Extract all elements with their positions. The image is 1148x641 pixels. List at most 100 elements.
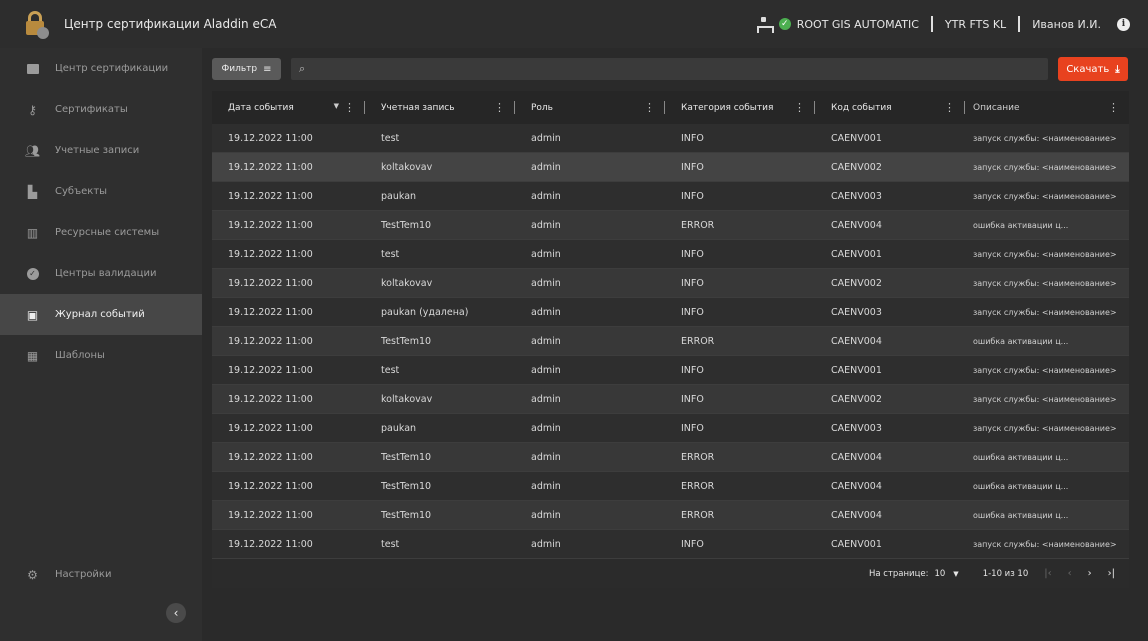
table-cell: CAENV002 [831,393,882,405]
sidebar-item-label: Шаблоны [55,350,105,361]
table-cell: INFO [681,364,704,376]
column-header-code[interactable]: Код события ⋮ [815,91,965,124]
table-cell: запуск службы: <наименование> [973,278,1117,288]
search-input[interactable] [311,63,1012,75]
table-cell: 19.12.2022 11:00 [228,161,313,173]
per-page-select[interactable]: 10 [934,569,945,579]
column-menu-icon[interactable]: ⋮ [494,101,505,114]
sidebar-item-label: Сертификаты [55,104,128,115]
sidebar-item-label: Учетные записи [55,145,140,156]
table-row[interactable]: 19.12.2022 11:00 TestTem10 admin ERROR CAENV… [212,211,1129,240]
column-menu-icon[interactable]: ⋮ [644,101,655,114]
sidebar-item-certificates[interactable]: ⚷ Сертификаты [0,89,202,130]
table-row[interactable]: 19.12.2022 11:00 test admin INFO CAENV001 зап… [212,356,1129,385]
certificate-center-icon [26,62,39,75]
table-cell: ошибка активации ц... [973,452,1069,462]
user-name[interactable]: Иванов И.И. [1032,18,1101,31]
table-cell: admin [531,248,561,260]
table-cell: ERROR [681,480,715,492]
sort-desc-icon[interactable]: ▼ [334,102,339,110]
table-row[interactable]: 19.12.2022 11:00 paukan (удалена) admin INF… [212,298,1129,327]
table-cell: admin [531,393,561,405]
table-row[interactable]: 19.12.2022 11:00 test admin INFO CAENV001 зап… [212,530,1129,559]
table-cell: запуск службы: <наименование> [973,307,1117,317]
table-row[interactable]: 19.12.2022 11:00 test admin INFO CAENV001 зап… [212,124,1129,153]
filter-icon: ≡ [263,63,272,75]
info-icon[interactable]: i [1117,17,1130,31]
table-cell: TestTem10 [381,509,432,521]
root-status-label[interactable]: ROOT GIS AUTOMATIC [797,18,919,31]
chevron-left-icon: ‹ [173,606,179,620]
download-button[interactable]: Скачать ⤓ [1058,57,1128,81]
table-row[interactable]: 19.12.2022 11:00 test admin INFO CAENV001 зап… [212,240,1129,269]
column-header-role[interactable]: Роль ⋮ [515,91,665,124]
sidebar-item-templates[interactable]: ▦ Шаблоны [0,335,202,376]
table-cell: CAENV001 [831,248,882,260]
table-cell: CAENV004 [831,451,882,463]
table-row[interactable]: 19.12.2022 11:00 TestTem10 admin ERROR CAENV… [212,501,1129,530]
table-cell: ошибка активации ц... [973,220,1069,230]
table-cell: admin [531,306,561,318]
sidebar-item-accounts[interactable]: 👥︎ Учетные записи [0,130,202,171]
aladdin-logo-icon [22,9,52,39]
table-row[interactable]: 19.12.2022 11:00 koltakovav admin INFO CAENV… [212,269,1129,298]
sidebar-item-subjects[interactable]: ▙ Субъекты [0,171,202,212]
check-circle-icon: ✓ [26,267,39,280]
table-cell: admin [531,219,561,231]
table-cell: test [381,538,400,550]
sidebar-item-resource-systems[interactable]: ▥ Ресурсные системы [0,212,202,253]
table-cell: CAENV004 [831,480,882,492]
table-cell: koltakovav [381,393,433,405]
table-row[interactable]: 19.12.2022 11:00 koltakovav admin INFO CAENV… [212,153,1129,182]
key-icon: ⚷ [28,102,37,117]
table-cell: 19.12.2022 11:00 [228,538,313,550]
table-cell: запуск службы: <наименование> [973,539,1117,549]
first-page-icon[interactable]: |‹ [1044,568,1051,579]
table-cell: 19.12.2022 11:00 [228,335,313,347]
collapse-sidebar-button[interactable]: ‹ [166,603,186,623]
sidebar-item-certificate-center[interactable]: Центр сертификации [0,48,202,89]
column-menu-icon[interactable]: ⋮ [794,101,805,114]
page-range-label: 1-10 из 10 [982,568,1029,579]
table-row[interactable]: 19.12.2022 11:00 koltakovav admin INFO CAENV… [212,385,1129,414]
column-header-description[interactable]: Описание ⋮ [965,91,1129,124]
table-cell: admin [531,335,561,347]
column-header-date[interactable]: Дата события ▼ ⋮ [212,91,365,124]
table-cell: запуск службы: <наименование> [973,423,1117,433]
table-cell: 19.12.2022 11:00 [228,364,313,376]
table-cell: запуск службы: <наименование> [973,162,1117,172]
table-cell: CAENV002 [831,277,882,289]
table-row[interactable]: 19.12.2022 11:00 TestTem10 admin ERROR CAENV… [212,443,1129,472]
download-icon: ⤓ [1115,63,1120,75]
prev-page-icon[interactable]: ‹ [1068,568,1072,579]
table-cell: запуск службы: <наименование> [973,249,1117,259]
table-cell: 19.12.2022 11:00 [228,480,313,492]
search-bar[interactable]: ⌕ [291,58,1048,80]
next-page-icon[interactable]: › [1088,568,1092,579]
sidebar-item-label: Центр сертификации [55,63,169,74]
table-row[interactable]: 19.12.2022 11:00 paukan admin INFO CAENV003 з… [212,414,1129,443]
sidebar-item-label: Журнал событий [55,309,145,320]
table-cell: TestTem10 [381,480,432,492]
sidebar-item-validation-centers[interactable]: ✓ Центры валидации [0,253,202,294]
table-row[interactable]: 19.12.2022 11:00 paukan admin INFO CAENV003 з… [212,182,1129,211]
table-cell: test [381,132,400,144]
table-row[interactable]: 19.12.2022 11:00 TestTem10 admin ERROR CAENV… [212,472,1129,501]
column-header-category[interactable]: Категория события ⋮ [665,91,815,124]
org-label[interactable]: YTR FTS KL [945,18,1006,31]
sidebar-item-event-log[interactable]: ▣ Журнал событий [0,294,202,335]
table-cell: ошибка активации ц... [973,481,1069,491]
sidebar-item-settings[interactable]: ⚙ Настройки [0,554,202,595]
column-menu-icon[interactable]: ⋮ [944,101,955,114]
table-row[interactable]: 19.12.2022 11:00 TestTem10 admin ERROR CAENV… [212,327,1129,356]
table-cell: TestTem10 [381,335,432,347]
filter-button[interactable]: Фильтр ≡ [212,58,281,80]
last-page-icon[interactable]: ›| [1108,568,1115,579]
table-cell: 19.12.2022 11:00 [228,219,313,231]
journal-icon: ▣ [26,307,39,322]
column-header-account[interactable]: Учетная запись ⋮ [365,91,515,124]
column-menu-icon[interactable]: ⋮ [1108,101,1119,114]
column-menu-icon[interactable]: ⋮ [344,101,355,114]
chevron-down-icon[interactable]: ▼ [953,570,958,578]
network-hierarchy-icon[interactable] [756,17,774,33]
